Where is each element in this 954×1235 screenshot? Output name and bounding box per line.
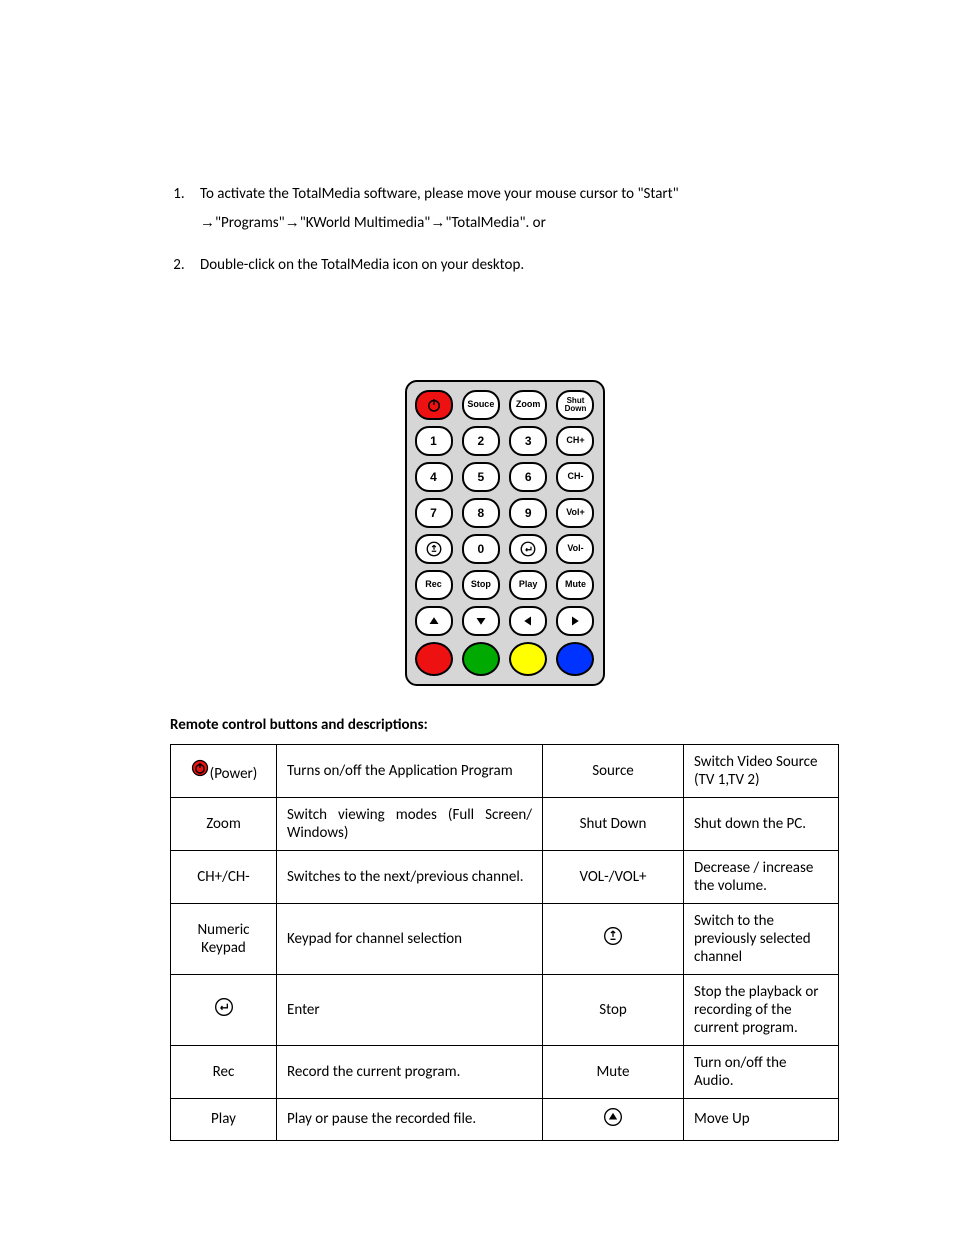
left-button [509,606,547,636]
arrow-icon: → [285,209,300,238]
remote-body: Souce Zoom Shut Down 1 2 3 CH+ 4 5 6 CH-… [405,380,605,686]
num-0-button: 0 [462,534,500,564]
num-4-button: 4 [415,462,453,492]
cell-keypad-desc: Keypad for channel selection [277,903,543,974]
table-row: CH+/CH- Switches to the next/previous ch… [171,850,839,903]
yellow-color-button [509,642,547,676]
rec-button: Rec [415,570,453,600]
instruction-2: Double-click on the TotalMedia icon on y… [188,251,839,280]
instr2-text: Double-click on the TotalMedia icon on y… [200,256,524,274]
triangle-up-icon [603,1107,623,1127]
volplus-button: Vol+ [556,498,594,528]
num-5-button: 5 [462,462,500,492]
recall-icon [603,926,623,946]
cell-play-label: Play [171,1098,277,1140]
num-9-button: 9 [509,498,547,528]
cell-rec-desc: Record the current program. [277,1045,543,1098]
cell-keypad-label: Numeric Keypad [171,903,277,974]
cell-zoom-label: Zoom [171,797,277,850]
table-row: Rec Record the current program. Mute Tur… [171,1045,839,1098]
cell-power-desc: Turns on/off the Application Program [277,744,543,797]
cell-zoom-desc: Switch viewing modes (Full Screen/ Windo… [277,797,543,850]
red-color-button [415,642,453,676]
right-button [556,606,594,636]
table-row: Numeric Keypad Keypad for channel select… [171,903,839,974]
mute-button: Mute [556,570,594,600]
power-text: (Power) [210,765,258,783]
instr1-part-b: "Programs" [215,214,285,232]
green-color-button [462,642,500,676]
cell-up-desc: Move Up [684,1098,839,1140]
enter-icon [214,997,234,1017]
remote-figure: Souce Zoom Shut Down 1 2 3 CH+ 4 5 6 CH-… [170,380,839,686]
volminus-button: Vol- [556,534,594,564]
arrow-icon: → [430,209,445,238]
cell-source-label: Source [543,744,684,797]
enter-button [509,534,547,564]
table-row: Enter Stop Stop the playback or recordin… [171,974,839,1045]
cell-stop-label: Stop [543,974,684,1045]
cell-enter-icon [171,974,277,1045]
source-button: Souce [462,390,500,420]
arrow-icon: → [200,209,215,238]
chplus-button: CH+ [556,426,594,456]
cell-shutdown-label: Shut Down [543,797,684,850]
triangle-down-icon [472,612,490,630]
table-row: Play Play or pause the recorded file. Mo… [171,1098,839,1140]
shutdown-button: Shut Down [556,390,594,420]
down-button [462,606,500,636]
num-2-button: 2 [462,426,500,456]
recall-icon [425,540,443,558]
zoom-button: Zoom [509,390,547,420]
cell-power-label: (Power) [171,744,277,797]
num-1-button: 1 [415,426,453,456]
triangle-left-icon [519,612,537,630]
blue-color-button [556,642,594,676]
cell-mute-desc: Turn on/off the Audio. [684,1045,839,1098]
num-7-button: 7 [415,498,453,528]
cell-mute-label: Mute [543,1045,684,1098]
play-button: Play [509,570,547,600]
cell-ch-desc: Switches to the next/previous channel. [277,850,543,903]
num-3-button: 3 [509,426,547,456]
power-icon [425,396,443,414]
cell-up-icon [543,1098,684,1140]
num-8-button: 8 [462,498,500,528]
cell-stop-desc: Stop the playback or recording of the cu… [684,974,839,1045]
up-button [415,606,453,636]
cell-shutdown-desc: Shut down the PC. [684,797,839,850]
instr1-part-d: "TotalMedia". or [445,214,546,232]
cell-rec-label: Rec [171,1045,277,1098]
cell-vol-desc: Decrease / increase the volume. [684,850,839,903]
instructions-list: To activate the TotalMedia software, ple… [170,180,839,280]
cell-enter-desc: Enter [277,974,543,1045]
triangle-up-icon [425,612,443,630]
recall-button [415,534,453,564]
table-row: Zoom Switch viewing modes (Full Screen/ … [171,797,839,850]
cell-ch-label: CH+/CH- [171,850,277,903]
table-row: (Power) Turns on/off the Application Pro… [171,744,839,797]
cell-play-desc: Play or pause the recorded file. [277,1098,543,1140]
num-6-button: 6 [509,462,547,492]
triangle-right-icon [566,612,584,630]
section-heading: Remote control buttons and descriptions: [170,716,839,734]
cell-recall-desc: Switch to the previously selected channe… [684,903,839,974]
chminus-button: CH- [556,462,594,492]
cell-vol-label: VOL-/VOL+ [543,850,684,903]
power-icon [190,758,210,778]
cell-recall-icon [543,903,684,974]
instr1-part-c: "KWorld Multimedia" [300,214,431,232]
description-table: (Power) Turns on/off the Application Pro… [170,744,839,1141]
power-button [415,390,453,420]
cell-source-desc: Switch Video Source (TV 1,TV 2) [684,744,839,797]
enter-icon [519,540,537,558]
instruction-1: To activate the TotalMedia software, ple… [188,180,839,237]
stop-button: Stop [462,570,500,600]
instr1-part-a: To activate the TotalMedia software, ple… [200,185,679,203]
